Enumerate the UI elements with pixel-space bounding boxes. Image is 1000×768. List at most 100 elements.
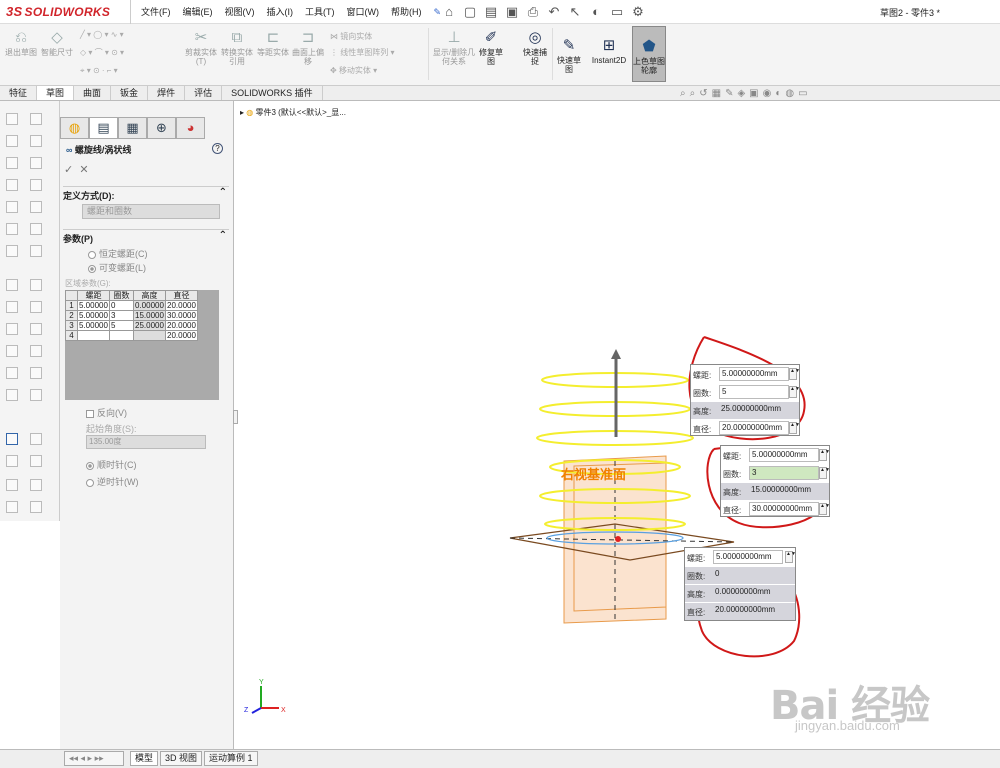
toolbar-tool-icon[interactable]	[30, 113, 42, 125]
tab-model[interactable]: 模型	[130, 751, 159, 766]
pitch-input[interactable]: 5.00000000mm	[749, 448, 819, 462]
toolbar-tool-icon[interactable]	[30, 301, 42, 313]
toolbar-tool-icon[interactable]	[30, 501, 42, 513]
display-relations-button[interactable]: ⊥ 显示/删除几何关系	[432, 28, 476, 66]
pitch-input[interactable]: 5.00000000mm	[713, 550, 783, 564]
revolutions-input[interactable]: 5	[719, 385, 789, 399]
clockwise-radio[interactable]: 顺时针(C)	[86, 458, 137, 471]
toolbar-tool-icon[interactable]	[6, 157, 18, 169]
toolbar-tool-icon[interactable]	[6, 501, 18, 513]
home-icon[interactable]: ⌂	[440, 3, 458, 21]
toolbar-tool-icon[interactable]	[6, 279, 18, 291]
menu-help[interactable]: 帮助(H)	[385, 0, 428, 24]
toolbar-tool-icon[interactable]	[30, 455, 42, 467]
convert-entities-button[interactable]: ⧉ 转换实体引用	[219, 28, 255, 66]
menu-view[interactable]: 视图(V)	[219, 0, 261, 24]
configuration-manager-tab[interactable]: ▦	[118, 117, 147, 139]
previous-view-icon[interactable]: ↺	[699, 88, 707, 99]
cell-pitch[interactable]: 5.00000	[77, 300, 110, 311]
toolbar-tool-icon[interactable]	[6, 113, 18, 125]
toolbar-tool-icon[interactable]	[30, 433, 42, 445]
cell-height[interactable]: 0.00000	[133, 300, 166, 311]
toolbar-tool-icon[interactable]	[6, 479, 18, 491]
toolbar-tool-icon[interactable]	[30, 389, 42, 401]
file-properties-icon[interactable]: ▭	[608, 3, 626, 21]
new-document-icon[interactable]: ▢	[461, 3, 479, 21]
spin-stepper[interactable]: ▲▼	[819, 449, 830, 461]
spin-stepper[interactable]: ▲▼	[789, 386, 800, 398]
sketch-tools-line-icons[interactable]: ╱ ▾ ◯ ▾ ∿ ▾	[80, 28, 124, 42]
cell-revolutions[interactable]: 5	[109, 320, 134, 331]
tab-motion-study[interactable]: 运动算例 1	[204, 751, 258, 766]
smart-dimension-button[interactable]: ◇ 智能尺寸	[40, 28, 74, 57]
view-orientation-icon[interactable]: ◈	[737, 88, 745, 99]
rebuild-icon[interactable]: ◐	[587, 3, 605, 21]
search-icon[interactable]: ⌕	[680, 88, 686, 99]
cell-revolutions[interactable]: 0	[109, 300, 134, 311]
move-entities-button[interactable]: ✥ 移动实体 ▾	[330, 64, 377, 78]
view-settings-icon[interactable]: ▭	[798, 88, 807, 99]
toolbar-tool-icon[interactable]	[30, 179, 42, 191]
toolbar-tool-icon[interactable]	[6, 345, 18, 357]
toolbar-tool-icon[interactable]	[30, 279, 42, 291]
shaded-sketch-contours-button[interactable]: ⬟ 上色草图轮廓	[632, 26, 666, 82]
menu-insert[interactable]: 插入(I)	[261, 0, 300, 24]
menu-window[interactable]: 窗口(W)	[341, 0, 386, 24]
toolbar-tool-icon[interactable]	[6, 135, 18, 147]
toolbar-tool-icon[interactable]	[6, 367, 18, 379]
offset-on-surface-button[interactable]: ⊐ 曲面上偏移	[291, 28, 325, 66]
open-folder-icon[interactable]: ▤	[482, 3, 500, 21]
toolbar-tool-icon[interactable]	[30, 345, 42, 357]
start-angle-input[interactable]: 135.00度	[86, 435, 206, 449]
toolbar-tool-icon[interactable]	[6, 301, 18, 313]
tab-features[interactable]: 特征	[0, 86, 38, 100]
save-icon[interactable]: ▣	[503, 3, 521, 21]
exit-sketch-button[interactable]: ⎌ 退出草图	[4, 28, 38, 57]
sketch-tools-point-icons[interactable]: ⌖ ▾ ⊙ · ⌐ ▾	[80, 64, 118, 78]
toolbar-tool-icon[interactable]	[30, 367, 42, 379]
cell-height[interactable]	[133, 330, 166, 341]
reverse-checkbox[interactable]: 反向(V)	[86, 406, 127, 419]
appearance-icon[interactable]: ◐	[775, 88, 781, 99]
diameter-input[interactable]: 20.00000000mm	[719, 421, 789, 435]
cell-pitch[interactable]: 5.00000	[77, 310, 110, 321]
toolbar-tool-icon[interactable]	[6, 223, 18, 235]
toolbar-tool-icon[interactable]	[6, 323, 18, 335]
toolbar-tool-icon[interactable]	[30, 479, 42, 491]
display-manager-tab[interactable]: ◕	[176, 117, 205, 139]
cancel-x-icon[interactable]: ✕	[79, 164, 88, 176]
toolbar-tool-icon[interactable]	[30, 245, 42, 257]
tab-sheet-metal[interactable]: 钣金	[111, 86, 149, 100]
cell-revolutions[interactable]: 3	[109, 310, 134, 321]
zoom-area-icon[interactable]: ⌕	[690, 88, 696, 99]
parameters-group-header[interactable]: 参数(P) ⌃	[63, 229, 229, 245]
print-icon[interactable]: ⎙	[524, 3, 542, 21]
tab-scroll-arrows[interactable]: ◂◂ ◂ ▸ ▸▸	[64, 751, 124, 766]
cell-height[interactable]: 15.0000	[133, 310, 166, 321]
instant2d-button[interactable]: ⊞ Instant2D	[588, 36, 630, 65]
spin-stepper[interactable]: ▲▼	[819, 467, 830, 479]
toolbar-tool-icon[interactable]	[30, 201, 42, 213]
menu-edit[interactable]: 编辑(E)	[177, 0, 219, 24]
display-style-icon[interactable]: ▣	[749, 88, 758, 99]
cell-revolutions[interactable]	[109, 330, 134, 341]
linear-pattern-button[interactable]: ⋮ 线性草图阵列 ▾	[330, 46, 394, 60]
repair-sketch-button[interactable]: ✐ 修复草图	[478, 28, 504, 66]
dimxpert-tab[interactable]: ⊕	[147, 117, 176, 139]
toolbar-tool-icon[interactable]	[30, 135, 42, 147]
revolutions-input[interactable]: 3	[749, 466, 819, 480]
collapse-chevron-icon[interactable]: ⌃	[219, 230, 227, 241]
property-manager-tab[interactable]: ▤	[89, 117, 118, 139]
constant-pitch-radio[interactable]: 恒定螺距(C)	[88, 247, 148, 260]
cell-diameter[interactable]: 20.0000	[165, 300, 198, 311]
cell-diameter[interactable]: 30.0000	[165, 310, 198, 321]
tab-3d-view[interactable]: 3D 视图	[160, 751, 203, 766]
spin-stepper[interactable]: ▲▼	[819, 503, 830, 515]
spin-stepper[interactable]: ▲▼	[789, 422, 800, 434]
menu-tools[interactable]: 工具(T)	[299, 0, 341, 24]
toolbar-tool-icon[interactable]	[30, 223, 42, 235]
quick-snap-button[interactable]: ◎ 快速捕捉	[522, 28, 548, 66]
tab-surfaces[interactable]: 曲面	[74, 86, 112, 100]
trim-entities-button[interactable]: ✂ 剪裁实体(T)	[185, 28, 217, 66]
gear-icon[interactable]: ⚙	[629, 3, 647, 21]
